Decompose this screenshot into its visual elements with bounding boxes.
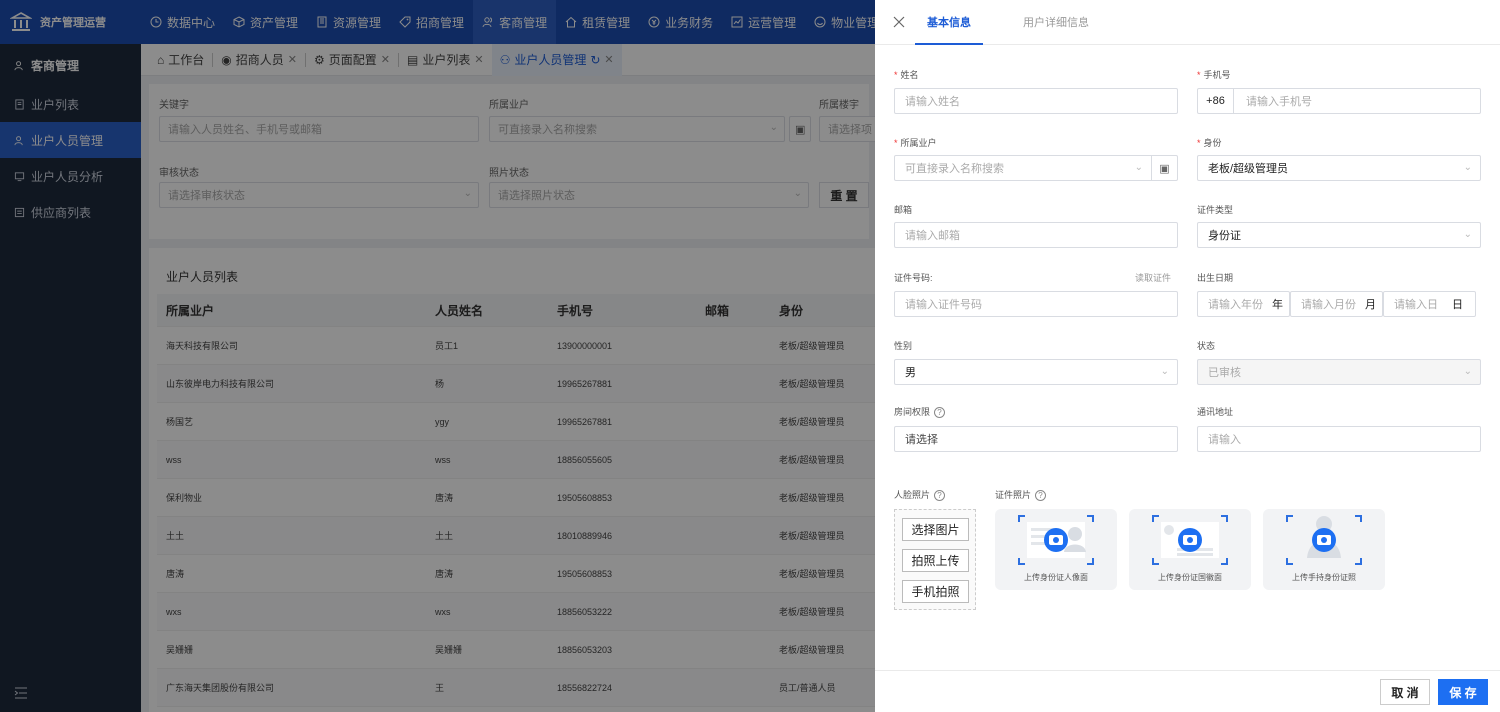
label-text: 人脸照片	[894, 490, 931, 500]
phone-prefix[interactable]: +86	[1198, 89, 1234, 113]
read-id-link[interactable]: 读取证件	[1135, 271, 1171, 284]
help-icon[interactable]: ?	[934, 490, 946, 502]
close-icon[interactable]	[893, 16, 905, 28]
upload-caption: 上传身份证人像面	[1024, 573, 1088, 582]
tenant-select[interactable]: 可直接录入名称搜索 ⌄ ▣	[894, 155, 1178, 181]
day-unit: 日	[1452, 299, 1463, 311]
idtype-label: 证件类型	[1197, 205, 1234, 215]
name-input[interactable]: 请输入姓名	[894, 88, 1178, 114]
face-photo-upload: 选择图片 拍照上传 手机拍照	[894, 509, 976, 610]
edit-drawer: 基本信息 用户详细信息 * 姓名 请输入姓名 * 手机号 +86 请输入手机号 * 所…	[875, 0, 1500, 712]
idtype-value: 身份证	[1208, 230, 1241, 242]
required-mark: *	[1197, 138, 1201, 148]
idno-label: 证件号码:	[894, 273, 933, 283]
choose-image-button[interactable]: 选择图片	[902, 518, 969, 541]
id-card-back-icon	[1152, 515, 1228, 565]
email-input[interactable]: 请输入邮箱	[894, 222, 1178, 248]
year-unit: 年	[1272, 299, 1283, 311]
id-card-front-icon	[1018, 515, 1094, 565]
gender-label: 性别	[894, 341, 913, 351]
tab-basic-info[interactable]: 基本信息	[915, 0, 983, 45]
required-mark: *	[894, 138, 898, 148]
day-input[interactable]: 请输入日 日	[1383, 291, 1476, 317]
id-photo-label: 证件照片?	[995, 488, 1047, 502]
idno-input[interactable]: 请输入证件号码	[894, 291, 1178, 317]
gender-value: 男	[905, 367, 916, 379]
idtype-select[interactable]: 身份证 ⌄	[1197, 222, 1481, 248]
room-label: 房间权限?	[894, 405, 946, 419]
phone-photo-button[interactable]: 手机拍照	[902, 580, 969, 603]
year-placeholder: 请输入年份	[1208, 299, 1263, 311]
id-hand-upload[interactable]: 上传手持身份证照	[1263, 509, 1385, 590]
gender-select[interactable]: 男 ⌄	[894, 359, 1178, 385]
tab-user-detail[interactable]: 用户详细信息	[1023, 0, 1089, 45]
identity-value: 老板/超级管理员	[1208, 163, 1289, 175]
tenant-label: * 所属业户	[894, 136, 937, 149]
chevron-down-icon: ⌄	[1160, 366, 1169, 377]
label-text: 手机号	[1203, 70, 1231, 80]
chevron-down-icon: ⌄	[1463, 162, 1472, 173]
chevron-down-icon: ⌄	[1463, 366, 1472, 377]
label-text: 房间权限	[894, 407, 931, 417]
status-select: 已审核 ⌄	[1197, 359, 1481, 385]
id-card-hand-icon	[1286, 515, 1362, 565]
year-input[interactable]: 请输入年份年	[1197, 291, 1290, 317]
identity-select[interactable]: 老板/超级管理员 ⌄	[1197, 155, 1481, 181]
id-back-upload[interactable]: 上传身份证国徽面	[1129, 509, 1251, 590]
drawer-header: 基本信息 用户详细信息	[875, 0, 1500, 45]
address-label: 通讯地址	[1197, 407, 1234, 417]
help-icon[interactable]: ?	[1035, 490, 1047, 502]
day-placeholder: 请输入日	[1394, 299, 1438, 311]
phone-input[interactable]: +86 请输入手机号	[1197, 88, 1481, 114]
clipboard-icon[interactable]: ▣	[1151, 155, 1177, 181]
take-photo-button[interactable]: 拍照上传	[902, 549, 969, 572]
name-label: * 姓名	[894, 68, 919, 81]
upload-caption: 上传身份证国徽面	[1158, 573, 1222, 582]
modal-overlay[interactable]	[0, 0, 875, 712]
status-label: 状态	[1197, 341, 1216, 351]
birth-label: 出生日期	[1197, 273, 1234, 283]
identity-label: * 身份	[1197, 136, 1222, 149]
phone-label: * 手机号	[1197, 68, 1231, 81]
room-select[interactable]: 请选择	[894, 426, 1178, 452]
required-mark: *	[1197, 70, 1201, 80]
tenant-placeholder: 可直接录入名称搜索	[905, 163, 1004, 175]
email-label: 邮箱	[894, 205, 913, 215]
status-value: 已审核	[1208, 367, 1241, 379]
chevron-down-icon: ⌄	[1134, 162, 1143, 173]
phone-placeholder: 请输入手机号	[1246, 96, 1312, 108]
id-front-upload[interactable]: 上传身份证人像面	[995, 509, 1117, 590]
month-unit: 月	[1365, 299, 1376, 311]
drawer-footer: 取 消 保 存	[875, 670, 1500, 712]
upload-caption: 上传手持身份证照	[1292, 573, 1356, 582]
month-placeholder: 请输入月份	[1301, 299, 1356, 311]
month-input[interactable]: 请输入月份月	[1290, 291, 1383, 317]
label-text: 身份	[1203, 138, 1222, 148]
required-mark: *	[894, 70, 898, 80]
face-photo-label: 人脸照片?	[894, 488, 946, 502]
cancel-button[interactable]: 取 消	[1380, 679, 1430, 705]
save-button[interactable]: 保 存	[1438, 679, 1488, 705]
label-text: 证件照片	[995, 490, 1032, 500]
address-input[interactable]: 请输入	[1197, 426, 1481, 452]
chevron-down-icon: ⌄	[1463, 229, 1472, 240]
label-text: 所属业户	[900, 138, 937, 148]
help-icon[interactable]: ?	[934, 407, 946, 419]
label-text: 姓名	[900, 70, 919, 80]
